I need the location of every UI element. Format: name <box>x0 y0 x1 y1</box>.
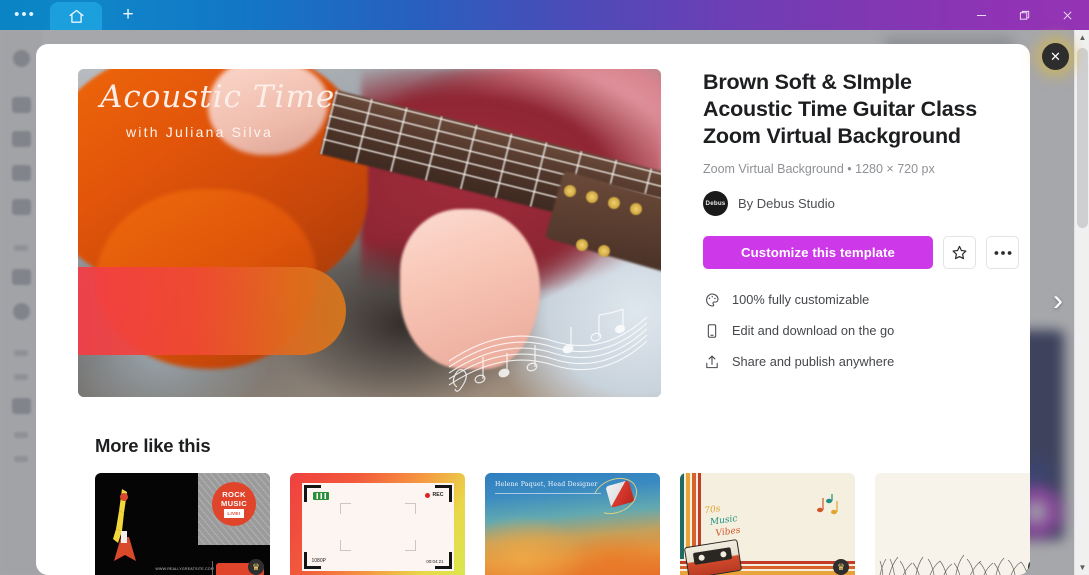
close-icon: ✕ <box>1050 48 1061 64</box>
author-name: By Debus Studio <box>738 196 835 211</box>
chevron-right-icon: › <box>1053 284 1063 317</box>
mobile-device-icon <box>703 322 720 339</box>
overflow-menu-button[interactable]: ••• <box>0 0 50 30</box>
guitar-tuner <box>598 245 610 257</box>
guitar-tuner <box>630 203 642 215</box>
author-row[interactable]: Debus By Debus Studio <box>703 191 1030 216</box>
thumbnail-camera-viewfinder[interactable]: REC 1080P 00:04:21 <box>290 473 465 575</box>
window-controls <box>960 0 1089 30</box>
guide-corner <box>339 540 351 551</box>
thumb-footer-text: WWW.REALLYGREATSITE.COM <box>155 567 214 571</box>
guide-corner <box>404 540 416 551</box>
rec-indicator: REC <box>424 492 444 498</box>
battery-icon <box>312 492 329 500</box>
template-info-panel: Brown Soft & SImple Acoustic Time Guitar… <box>661 69 1030 397</box>
music-notes-icon <box>815 493 841 515</box>
thumbnail-cream-grass[interactable]: ♛ <box>875 473 1030 575</box>
cassette-reel <box>719 550 727 558</box>
cta-row: Customize this template <box>703 236 1030 269</box>
modal-top-area: Acoustic Time with Juliana Silva Brown S… <box>36 69 1030 397</box>
home-icon <box>68 8 85 25</box>
name-underline <box>495 493 601 494</box>
template-detail-modal: Acoustic Time with Juliana Silva Brown S… <box>36 44 1030 575</box>
favorite-button[interactable] <box>943 236 976 269</box>
more-like-this-heading: More like this <box>95 435 211 456</box>
star-icon <box>951 244 968 261</box>
scroll-up-icon[interactable]: ▲ <box>1075 30 1089 45</box>
guitar-tuner <box>586 191 598 203</box>
feature-item: Edit and download on the go <box>703 322 1030 339</box>
grass-illustration <box>879 554 1030 575</box>
browser-window: ••• + ▲ ▼ Acoustic Time with Juliana Sil… <box>0 0 1089 575</box>
feature-item: 100% fully customizable <box>703 291 1030 308</box>
ellipsis-icon <box>994 250 1012 256</box>
home-tab[interactable] <box>50 2 102 30</box>
thumb-divider <box>212 561 213 575</box>
designer-name: Helene Paquet, Head Designer <box>495 481 598 488</box>
feature-list: 100% fully customizable Edit and downloa… <box>703 291 1030 370</box>
guide-corner <box>339 503 351 514</box>
music-staff-graphic <box>448 308 648 392</box>
crown-icon: ♛ <box>248 559 264 575</box>
template-preview-image[interactable]: Acoustic Time with Juliana Silva <box>78 69 661 397</box>
more-options-button[interactable] <box>986 236 1019 269</box>
quality-label: 1080P <box>311 558 326 564</box>
cassette-reel <box>698 554 706 562</box>
customize-template-button[interactable]: Customize this template <box>703 236 933 269</box>
scroll-down-icon[interactable]: ▼ <box>1075 560 1089 575</box>
next-template-button[interactable]: › <box>1044 282 1072 320</box>
cassette-window <box>692 547 733 565</box>
preview-banner-title: Acoustic Time <box>100 79 336 115</box>
new-tab-button[interactable]: + <box>102 0 154 30</box>
feature-label: Edit and download on the go <box>732 323 895 338</box>
template-meta: Zoom Virtual Background • 1280 × 720 px <box>703 162 935 176</box>
palette-icon <box>703 291 720 308</box>
feature-label: Share and publish anywhere <box>732 354 895 369</box>
new-tab-label: + <box>122 4 134 25</box>
avatar-label: Debus <box>705 200 726 207</box>
rock-line3: LIVE! <box>224 509 244 518</box>
scrollbar-thumb[interactable] <box>1077 48 1088 228</box>
vibes-line3: Vibes <box>715 525 742 540</box>
rec-label: REC <box>432 492 444 498</box>
preview-title-banner <box>78 267 346 355</box>
overflow-menu-label: ••• <box>14 5 36 23</box>
electric-guitar-icon <box>113 489 136 561</box>
guitar-tuner <box>576 239 588 251</box>
guitar-tuner <box>564 185 576 197</box>
thumbnail-rock-music-live[interactable]: ROCK MUSIC LIVE! WWW.REALLYGREATSITE.COM <box>95 473 270 575</box>
close-modal-button[interactable]: ✕ <box>1042 43 1069 70</box>
rock-badge: ROCK MUSIC LIVE! <box>212 482 256 526</box>
guitar-tuner <box>608 197 620 209</box>
minimize-button[interactable] <box>960 0 1003 30</box>
rock-line1: ROCK <box>222 490 246 499</box>
thumbnail-70s-music-vibes[interactable]: 70s Music Vibes ♛ <box>680 473 855 575</box>
preview-banner-subtitle: with Juliana Silva <box>126 124 273 140</box>
close-window-button[interactable] <box>1046 0 1089 30</box>
rec-dot-icon <box>424 492 430 498</box>
more-like-this-list: ROCK MUSIC LIVE! WWW.REALLYGREATSITE.COM <box>95 473 1030 575</box>
template-title: Brown Soft & SImple Acoustic Time Guitar… <box>703 70 977 148</box>
guide-corner <box>404 503 416 514</box>
thumbnail-designer-gradient[interactable]: Helene Paquet, Head Designer <box>485 473 660 575</box>
maximize-button[interactable] <box>1003 0 1046 30</box>
timecode-label: 00:04:21 <box>426 559 444 564</box>
vibes-title: 70s Music Vibes <box>704 501 742 541</box>
rock-line2: MUSIC <box>221 499 247 508</box>
page-scrollbar[interactable]: ▲ ▼ <box>1074 30 1089 575</box>
feature-item: Share and publish anywhere <box>703 353 1030 370</box>
crown-icon: ♛ <box>833 559 849 575</box>
author-avatar: Debus <box>703 191 728 216</box>
viewfinder-frame: REC 1080P 00:04:21 <box>301 483 454 571</box>
title-bar: ••• + <box>0 0 1089 30</box>
share-upload-icon <box>703 353 720 370</box>
feature-label: 100% fully customizable <box>732 292 870 307</box>
